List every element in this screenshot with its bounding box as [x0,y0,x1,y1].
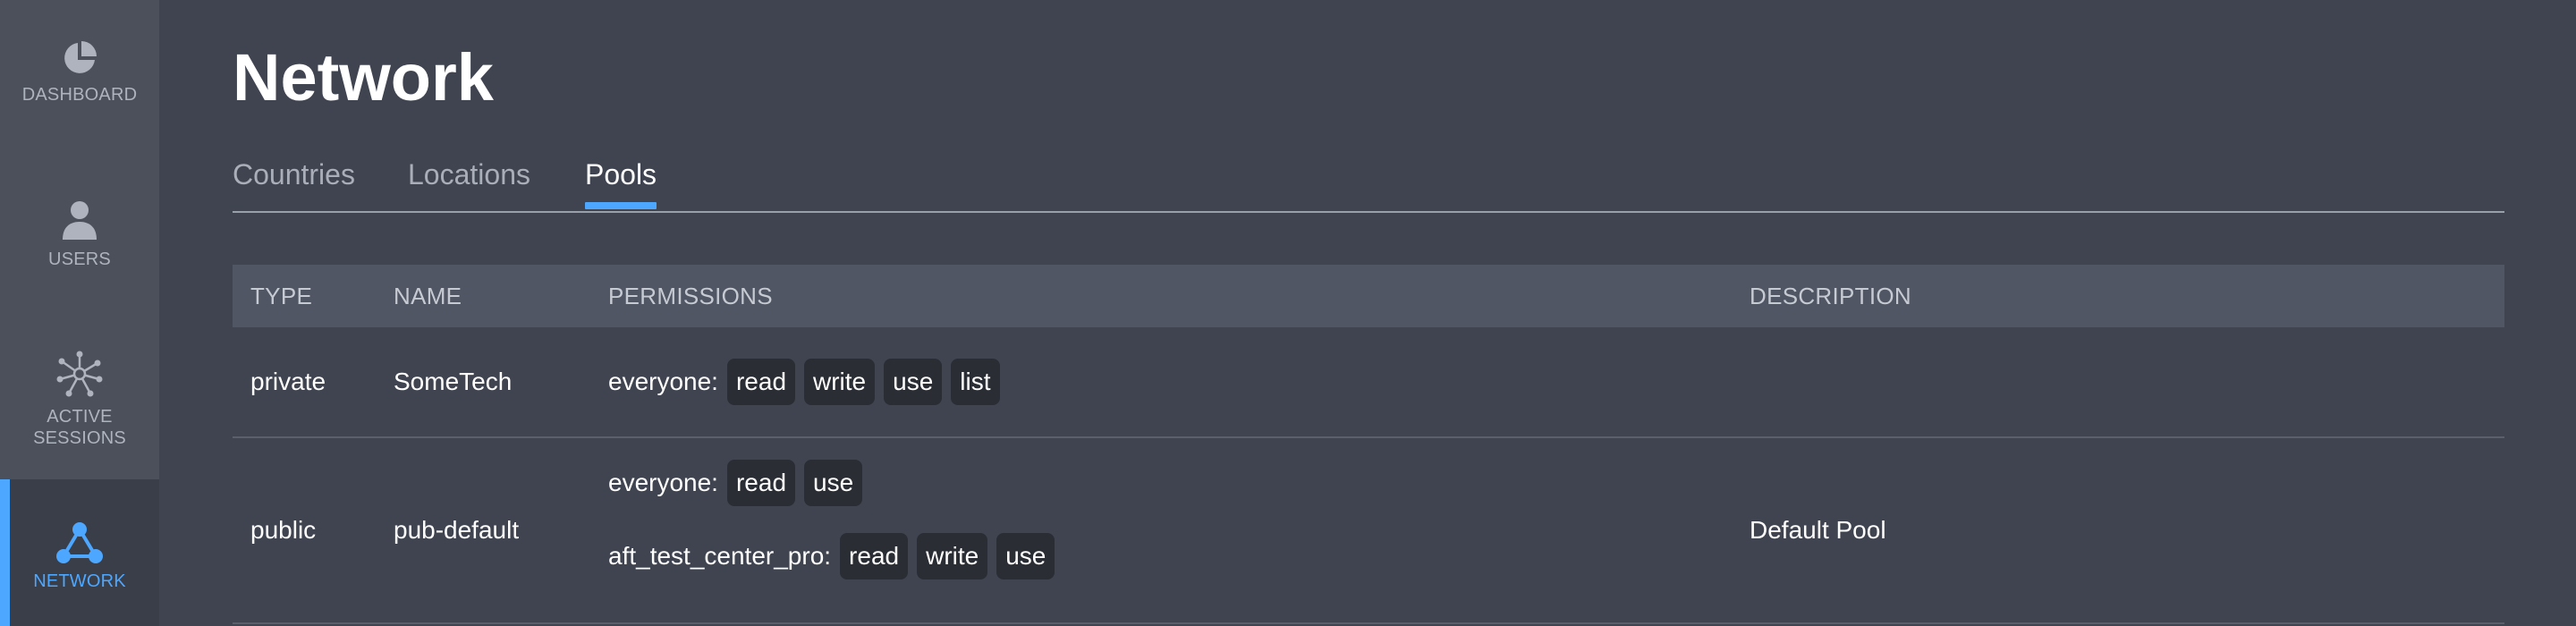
permission-badge: use [996,533,1055,579]
cell-description: Default Pool [1750,516,1886,544]
table-header: TYPE NAME PERMISSIONS DESCRIPTION [233,265,2504,327]
sidebar-item-users[interactable]: USERS [0,200,159,270]
cell-name: pub-default [394,516,520,544]
permission-badge: list [951,359,1000,405]
permission-badge: read [840,533,909,579]
cell-type: public [250,516,317,544]
column-header-type[interactable]: TYPE [250,265,312,327]
user-icon [61,200,98,241]
column-header-description[interactable]: DESCRIPTION [1750,265,1911,327]
app-window: DASHBOARD USERS ACTIVE SESSIONS NETWORK … [0,0,2576,626]
sidebar-item-label: DASHBOARD [21,85,138,105]
table-row[interactable]: public pub-default everyone: read use af… [233,438,2504,624]
sidebar-item-label: USERS [48,250,111,269]
permission-principal: everyone: [608,469,718,496]
permission-line: aft_test_center_pro: read write use [608,533,1055,579]
tab-bar: Countries Locations Pools [233,156,2504,213]
pie-chart-icon [61,39,98,77]
permission-badge: write [917,533,988,579]
active-tab-underline [585,202,657,209]
sidebar-item-dashboard[interactable]: DASHBOARD [0,39,159,106]
permission-principal: everyone: [608,368,718,395]
tab-locations[interactable]: Locations [408,156,530,193]
page-title: Network [233,40,494,114]
column-header-name[interactable]: NAME [394,265,462,327]
network-nodes-icon [55,349,105,399]
sidebar-item-network[interactable]: NETWORK [0,520,159,592]
sidebar-item-active-sessions[interactable]: ACTIVE SESSIONS [0,349,159,449]
permission-badge: read [726,460,796,506]
permission-badge: write [804,359,876,405]
sidebar-item-label: ACTIVE SESSIONS [33,407,126,448]
permission-principal: aft_test_center_pro: [608,542,832,570]
pools-table: TYPE NAME PERMISSIONS DESCRIPTION privat… [233,265,2504,624]
permission-badge: use [884,359,943,405]
column-header-permissions[interactable]: PERMISSIONS [608,265,773,327]
permission-badge: use [804,460,863,506]
permission-line: everyone: read write use list [608,359,1000,405]
tab-pools[interactable]: Pools [585,156,657,209]
cell-name: SomeTech [394,368,513,395]
sidebar-item-label: NETWORK [33,571,126,591]
table-row[interactable]: private SomeTech everyone: read write us… [233,327,2504,438]
tab-countries[interactable]: Countries [233,156,355,193]
permission-badge: read [726,359,796,405]
permission-line: everyone: read use [608,460,863,506]
network-triangle-icon [56,520,103,563]
cell-type: private [250,368,326,395]
tab-label: Pools [585,158,657,190]
sidebar: DASHBOARD USERS ACTIVE SESSIONS NETWORK [0,0,159,626]
